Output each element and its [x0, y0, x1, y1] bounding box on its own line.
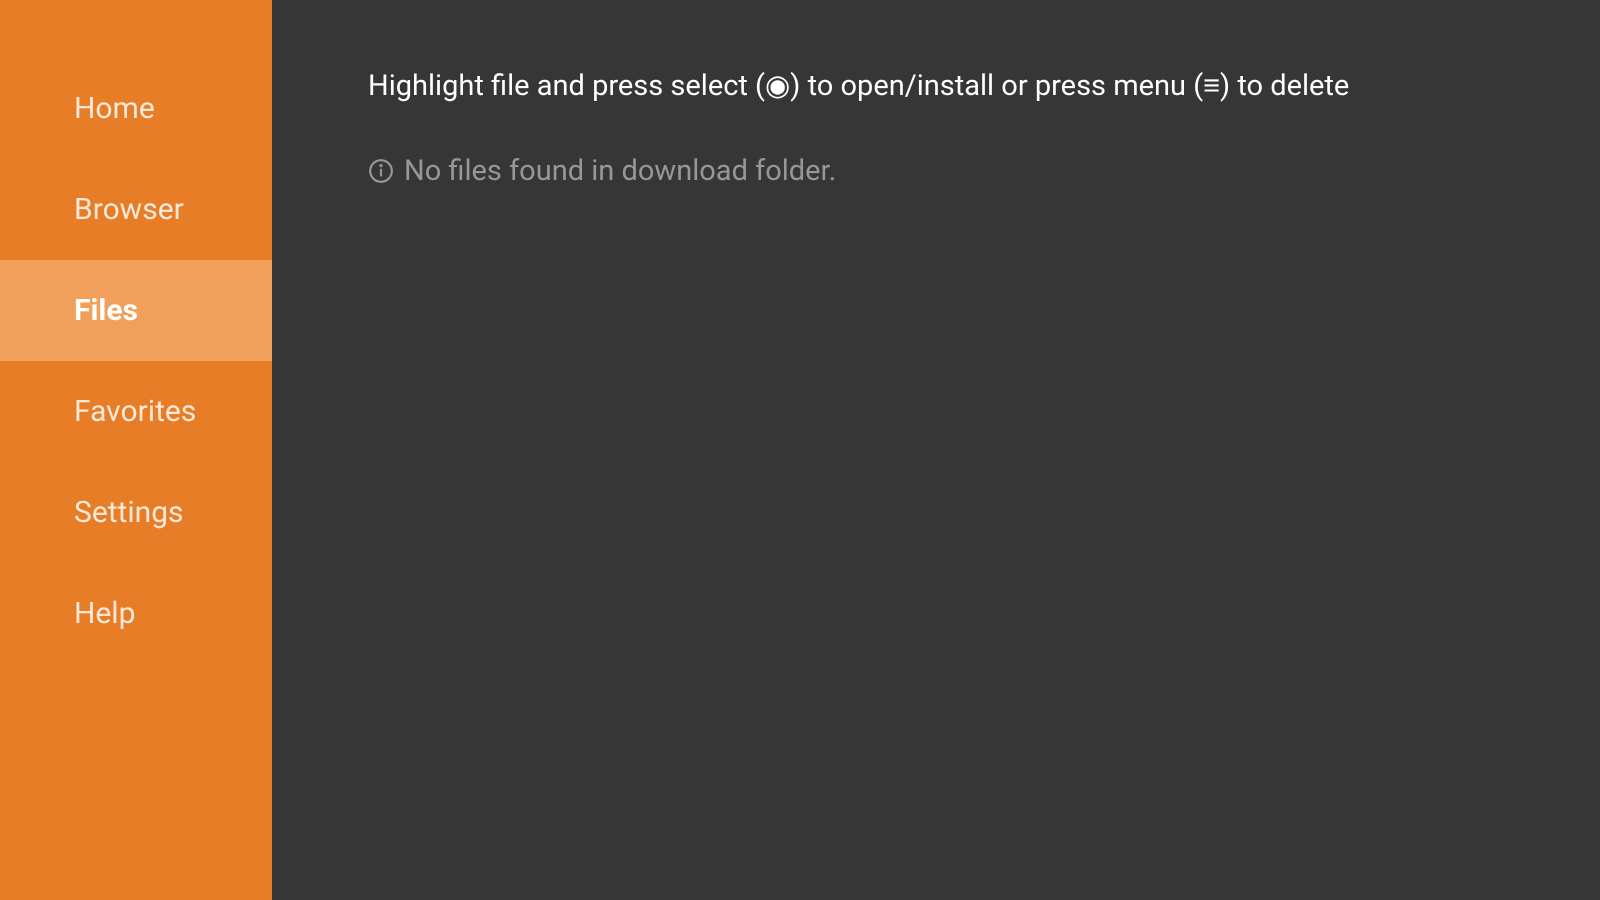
info-icon — [368, 158, 394, 184]
sidebar-item-label: Favorites — [74, 394, 196, 429]
empty-state: No files found in download folder. — [368, 154, 1540, 188]
sidebar-item-label: Settings — [74, 495, 184, 530]
instruction-text: Highlight file and press select (◉) to o… — [368, 68, 1540, 106]
sidebar-item-files[interactable]: Files — [0, 260, 272, 361]
sidebar-item-label: Files — [74, 293, 138, 328]
sidebar-item-label: Browser — [74, 192, 184, 227]
empty-message: No files found in download folder. — [404, 154, 836, 188]
sidebar-item-favorites[interactable]: Favorites — [0, 361, 272, 462]
main-content: Highlight file and press select (◉) to o… — [272, 0, 1600, 900]
sidebar-item-settings[interactable]: Settings — [0, 462, 272, 563]
sidebar: Home Browser Files Favorites Settings He… — [0, 0, 272, 900]
sidebar-item-home[interactable]: Home — [0, 58, 272, 159]
sidebar-item-browser[interactable]: Browser — [0, 159, 272, 260]
sidebar-item-label: Help — [74, 596, 135, 631]
sidebar-item-label: Home — [74, 91, 155, 126]
sidebar-item-help[interactable]: Help — [0, 563, 272, 664]
